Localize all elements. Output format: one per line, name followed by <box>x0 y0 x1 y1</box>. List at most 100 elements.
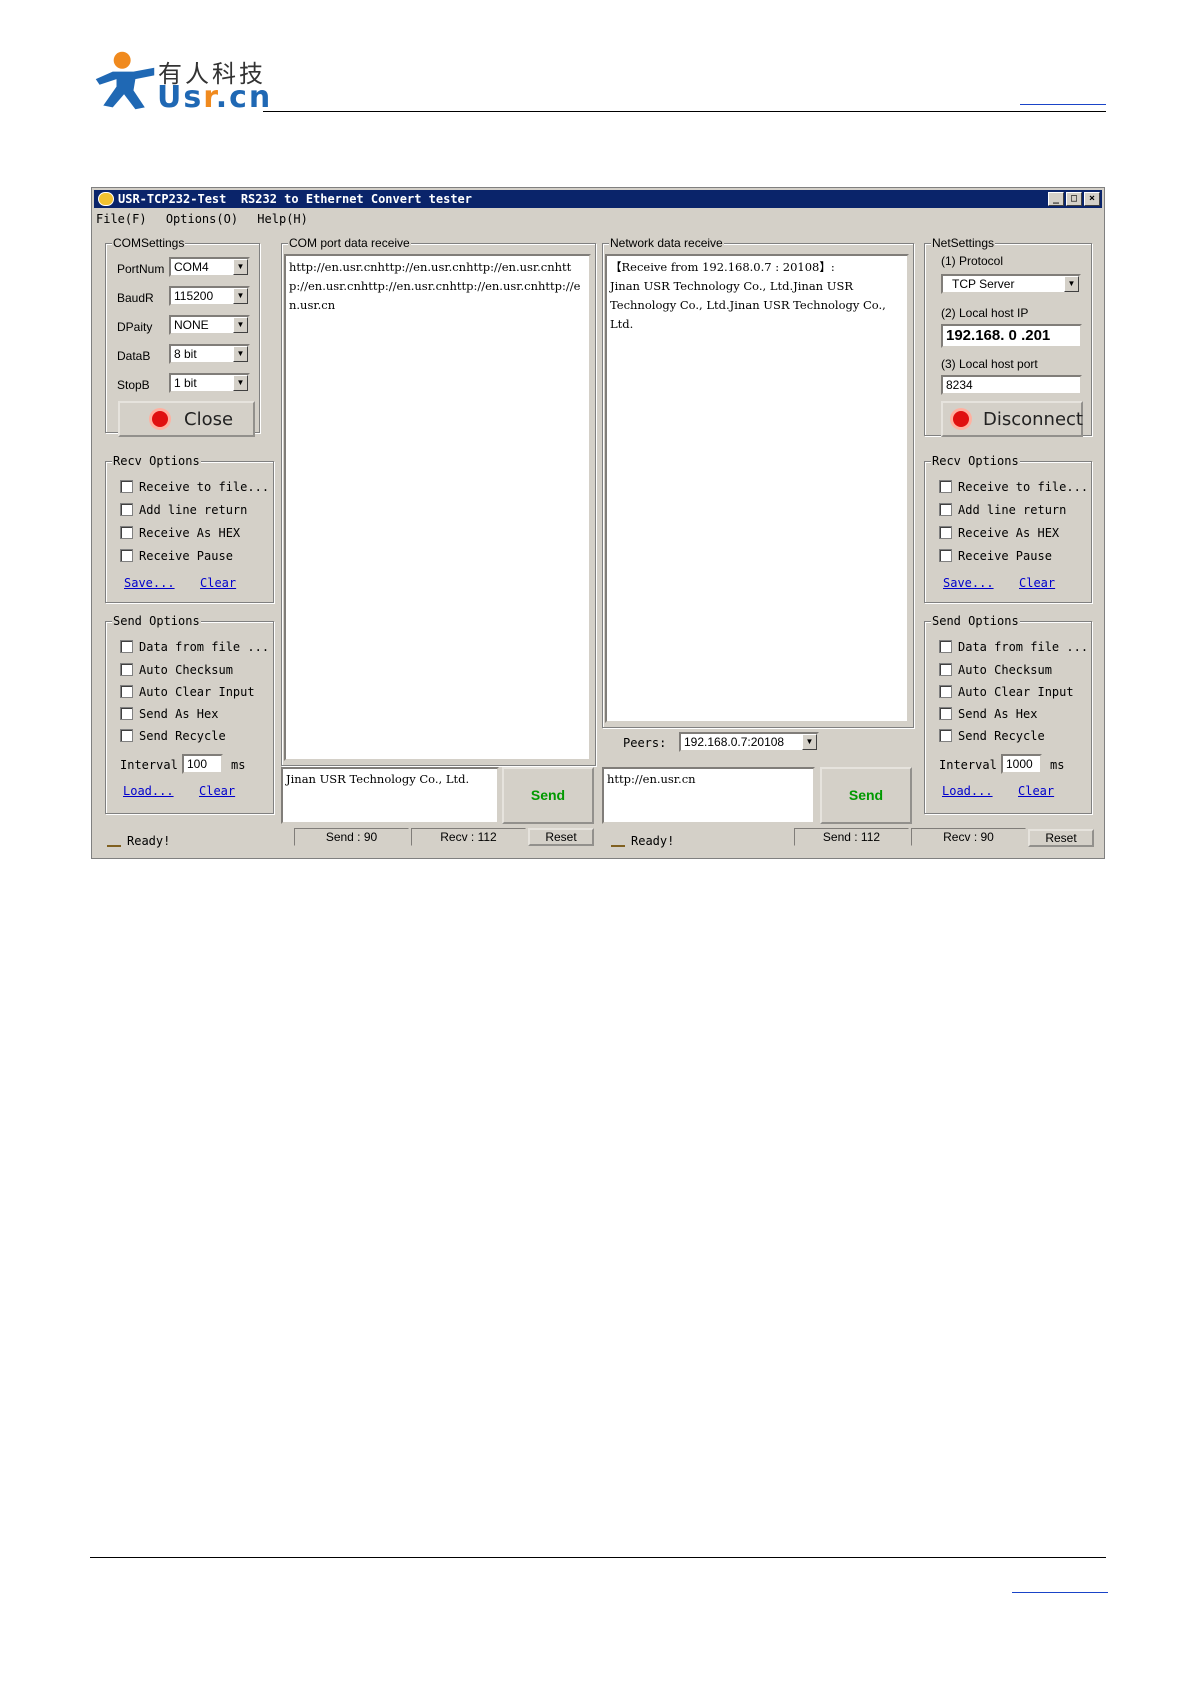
chevron-down-icon[interactable]: ▼ <box>233 317 248 333</box>
chevron-down-icon[interactable]: ▼ <box>1064 276 1079 292</box>
databits-label: DataB <box>117 349 151 363</box>
left-send-count: Send : 90 <box>294 828 409 846</box>
right-receive-pause-checkbox[interactable]: Receive Pause <box>939 549 1052 563</box>
peers-label: Peers: <box>623 736 667 750</box>
left-auto-checksum-checkbox[interactable]: Auto Checksum <box>120 663 233 677</box>
left-recv-clear-link[interactable]: Clear <box>200 576 236 590</box>
right-send-options-title: Send Options <box>931 614 1020 628</box>
left-load-link[interactable]: Load... <box>123 784 174 798</box>
window-title: USR-TCP232-Test RS232 to Ethernet Conver… <box>118 192 473 206</box>
parity-select[interactable]: NONE ▼ <box>169 315 250 335</box>
net-send-button[interactable]: Send <box>820 767 912 824</box>
left-interval-input[interactable]: 100 <box>182 754 223 774</box>
left-save-link[interactable]: Save... <box>124 576 175 590</box>
left-send-options-title: Send Options <box>112 614 201 628</box>
right-receive-as-hex-checkbox[interactable]: Receive As HEX <box>939 526 1059 540</box>
portnum-select[interactable]: COM4 ▼ <box>169 257 250 277</box>
chevron-down-icon[interactable]: ▼ <box>233 346 248 362</box>
stopbits-label: StopB <box>117 378 150 392</box>
menu-help[interactable]: Help(H) <box>257 210 308 228</box>
right-send-recycle-checkbox[interactable]: Send Recycle <box>939 729 1045 743</box>
app-icon <box>98 192 114 206</box>
com-send-button[interactable]: Send <box>502 767 594 824</box>
net-settings-title: NetSettings <box>931 236 996 250</box>
right-save-link[interactable]: Save... <box>943 576 994 590</box>
com-settings-title: COMSettings <box>112 236 186 250</box>
protocol-select[interactable]: TCP Server ▼ <box>941 274 1081 294</box>
status-led-icon <box>953 411 969 427</box>
left-auto-clear-input-checkbox[interactable]: Auto Clear Input <box>120 685 255 699</box>
right-interval-label: Interval <box>939 758 997 772</box>
close-window-button[interactable]: × <box>1084 192 1100 206</box>
right-receive-to-file-checkbox[interactable]: Receive to file... <box>939 480 1088 494</box>
left-recv-options-group: Recv Options Receive to file... Add line… <box>105 454 274 603</box>
menu-options[interactable]: Options(O) <box>166 210 238 228</box>
left-receive-as-hex-checkbox[interactable]: Receive As HEX <box>120 526 240 540</box>
local-port-input[interactable]: 8234 <box>941 375 1082 395</box>
right-recv-options-group: Recv Options Receive to file... Add line… <box>924 454 1092 603</box>
right-interval-unit: ms <box>1050 758 1065 772</box>
left-send-options-group: Send Options Data from file ... Auto Che… <box>105 614 274 814</box>
peers-select[interactable]: 192.168.0.7:20108 ▼ <box>679 732 819 752</box>
left-receive-pause-checkbox[interactable]: Receive Pause <box>120 549 233 563</box>
left-data-from-file-checkbox[interactable]: Data from file ... <box>120 640 269 654</box>
title-bar[interactable]: USR-TCP232-Test RS232 to Ethernet Conver… <box>94 190 1102 208</box>
left-receive-to-file-checkbox[interactable]: Receive to file... <box>120 480 269 494</box>
right-interval-input[interactable]: 1000 <box>1001 754 1042 774</box>
left-send-clear-link[interactable]: Clear <box>199 784 235 798</box>
chevron-down-icon[interactable]: ▼ <box>233 259 248 275</box>
com-receive-textarea[interactable]: http://en.usr.cnhttp://en.usr.cnhttp://e… <box>284 254 591 761</box>
right-add-line-return-checkbox[interactable]: Add line return <box>939 503 1066 517</box>
left-add-line-return-checkbox[interactable]: Add line return <box>120 503 247 517</box>
left-recv-count: Recv : 112 <box>411 828 526 846</box>
com-settings-group: COMSettings PortNum COM4 ▼ BaudR 115200 ▼ … <box>105 236 260 437</box>
header-rule <box>263 111 1106 112</box>
com-close-label: Close <box>184 409 234 430</box>
right-load-link[interactable]: Load... <box>942 784 993 798</box>
footer-link-underline[interactable] <box>1012 1592 1108 1593</box>
chevron-down-icon[interactable]: ▼ <box>233 375 248 391</box>
com-send-input[interactable]: Jinan USR Technology Co., Ltd. <box>281 767 499 824</box>
parity-label: DPaity <box>117 320 153 334</box>
com-close-button[interactable]: Close <box>118 401 255 437</box>
maximize-button[interactable]: □ <box>1066 192 1082 206</box>
databits-select[interactable]: 8 bit ▼ <box>169 344 250 364</box>
baudrate-label: BaudR <box>117 291 154 305</box>
left-send-recycle-checkbox[interactable]: Send Recycle <box>120 729 226 743</box>
protocol-label: (1) Protocol <box>941 254 1004 268</box>
right-send-as-hex-checkbox[interactable]: Send As Hex <box>939 707 1037 721</box>
status-led-icon <box>152 411 168 427</box>
menu-bar: File(F) Options(O) Help(H) <box>96 210 320 228</box>
logo-english-text: Usr.cn <box>157 80 273 115</box>
right-send-clear-link[interactable]: Clear <box>1018 784 1054 798</box>
menu-file[interactable]: File(F) <box>96 210 147 228</box>
right-recv-clear-link[interactable]: Clear <box>1019 576 1055 590</box>
local-ip-input[interactable]: 192.168. 0 .201 <box>941 324 1082 348</box>
right-reset-button[interactable]: Reset <box>1028 829 1094 847</box>
right-recv-count: Recv : 90 <box>911 828 1026 846</box>
minimize-button[interactable]: _ <box>1048 192 1064 206</box>
local-ip-label: (2) Local host IP <box>941 306 1029 320</box>
net-send-input[interactable]: http://en.usr.cn <box>602 767 815 824</box>
stopbits-select[interactable]: 1 bit ▼ <box>169 373 250 393</box>
ready-icon <box>611 833 625 847</box>
right-send-count: Send : 112 <box>794 828 909 846</box>
right-auto-clear-input-checkbox[interactable]: Auto Clear Input <box>939 685 1074 699</box>
ready-icon <box>107 833 121 847</box>
chevron-down-icon[interactable]: ▼ <box>233 288 248 304</box>
usr-logo-icon <box>95 51 155 110</box>
disconnect-label: Disconnect <box>983 409 1083 430</box>
left-reset-button[interactable]: Reset <box>528 828 594 846</box>
left-send-as-hex-checkbox[interactable]: Send As Hex <box>120 707 218 721</box>
right-data-from-file-checkbox[interactable]: Data from file ... <box>939 640 1088 654</box>
right-recv-options-title: Recv Options <box>931 454 1020 468</box>
chevron-down-icon[interactable]: ▼ <box>802 734 817 750</box>
right-send-options-group: Send Options Data from file ... Auto Che… <box>924 614 1092 814</box>
disconnect-button[interactable]: Disconnect <box>941 401 1083 437</box>
net-receive-textarea[interactable]: 【Receive from 192.168.0.7 : 20108】: Jina… <box>605 254 909 723</box>
footer-rule <box>90 1557 1106 1558</box>
baudrate-select[interactable]: 115200 ▼ <box>169 286 250 306</box>
right-auto-checksum-checkbox[interactable]: Auto Checksum <box>939 663 1052 677</box>
header-link-underline[interactable] <box>1020 104 1106 105</box>
com-receive-title: COM port data receive <box>288 236 411 250</box>
